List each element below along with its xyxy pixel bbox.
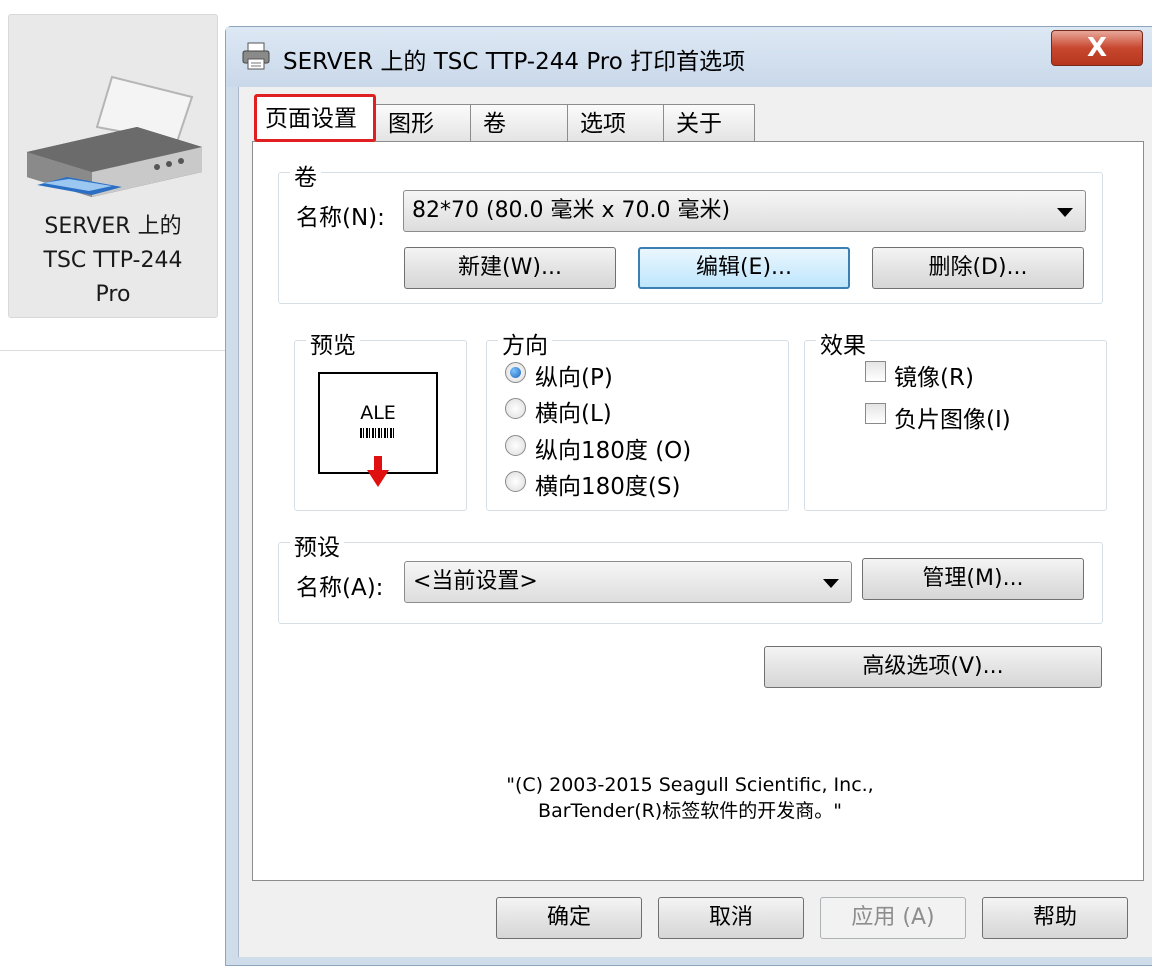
preset-name-select[interactable]: <当前设置>	[404, 561, 852, 603]
advanced-options-button[interactable]: 高级选项(V)...	[764, 646, 1102, 688]
apply-button[interactable]: 应用 (A)	[820, 897, 966, 939]
printer-name-line: TSC TTP-244	[43, 248, 183, 273]
printer-icon	[240, 40, 272, 72]
preset-group-title: 预设	[290, 528, 344, 562]
tab-stock[interactable]: 卷	[470, 104, 568, 142]
printer-name-line: Pro	[95, 282, 131, 307]
landscape-180-label: 横向180度(S)	[535, 474, 681, 500]
preview-group-title: 预览	[306, 326, 360, 360]
preset-name-value: <当前设置>	[413, 569, 538, 594]
stock-name-value: 82*70 (80.0 毫米 x 70.0 毫米)	[412, 198, 731, 223]
effects-group-title: 效果	[816, 326, 870, 360]
help-button[interactable]: 帮助	[982, 897, 1128, 939]
stock-name-select[interactable]: 82*70 (80.0 毫米 x 70.0 毫米)	[403, 190, 1086, 232]
mirror-checkbox[interactable]	[865, 361, 886, 382]
tab-graphics[interactable]: 图形	[375, 104, 471, 142]
copyright-line: "(C) 2003-2015 Seagull Scientific, Inc.,	[506, 774, 874, 796]
barcode-icon	[360, 428, 396, 438]
landscape-180-radio[interactable]	[505, 471, 526, 492]
mirror-label: 镜像(R)	[894, 365, 974, 391]
copyright-text: "(C) 2003-2015 Seagull Scientific, Inc.,…	[470, 772, 910, 824]
portrait-180-label: 纵向180度 (O)	[535, 438, 692, 464]
portrait-label: 纵向(P)	[535, 365, 613, 391]
manage-presets-button[interactable]: 管理(M)...	[862, 558, 1084, 600]
copyright-line: BarTender(R)标签软件的开发商。"	[538, 800, 842, 822]
ok-button[interactable]: 确定	[496, 897, 642, 939]
arrow-down-icon	[367, 456, 389, 488]
chevron-down-icon	[1057, 208, 1073, 217]
stock-group-title: 卷	[290, 158, 321, 192]
tab-page-setup[interactable]: 页面设置	[254, 94, 376, 142]
preset-name-label: 名称(A):	[296, 575, 384, 601]
window-title: SERVER 上的 TSC TTP-244 Pro 打印首选项	[283, 49, 746, 75]
portrait-radio[interactable]	[505, 362, 526, 383]
printer-icon	[27, 75, 202, 197]
new-stock-button[interactable]: 新建(W)...	[404, 247, 616, 289]
orientation-group-title: 方向	[498, 326, 552, 360]
stock-name-label: 名称(N):	[296, 205, 385, 231]
chevron-down-icon	[823, 579, 839, 588]
portrait-180-radio[interactable]	[505, 435, 526, 456]
printer-name: SERVER 上的 TSC TTP-244 Pro	[8, 210, 218, 312]
close-button[interactable]: X	[1051, 30, 1143, 66]
landscape-radio[interactable]	[505, 398, 526, 419]
tab-about[interactable]: 关于	[663, 104, 755, 142]
negative-image-checkbox[interactable]	[865, 403, 886, 424]
printer-name-line: SERVER 上的	[44, 214, 182, 239]
edit-stock-button[interactable]: 编辑(E)...	[638, 247, 850, 289]
tab-options[interactable]: 选项	[567, 104, 664, 142]
preview-sample-text: ALE	[360, 402, 396, 424]
delete-stock-button[interactable]: 删除(D)...	[872, 247, 1084, 289]
negative-image-label: 负片图像(I)	[894, 407, 1011, 433]
landscape-label: 横向(L)	[535, 401, 612, 427]
divider	[0, 350, 226, 351]
cancel-button[interactable]: 取消	[658, 897, 804, 939]
